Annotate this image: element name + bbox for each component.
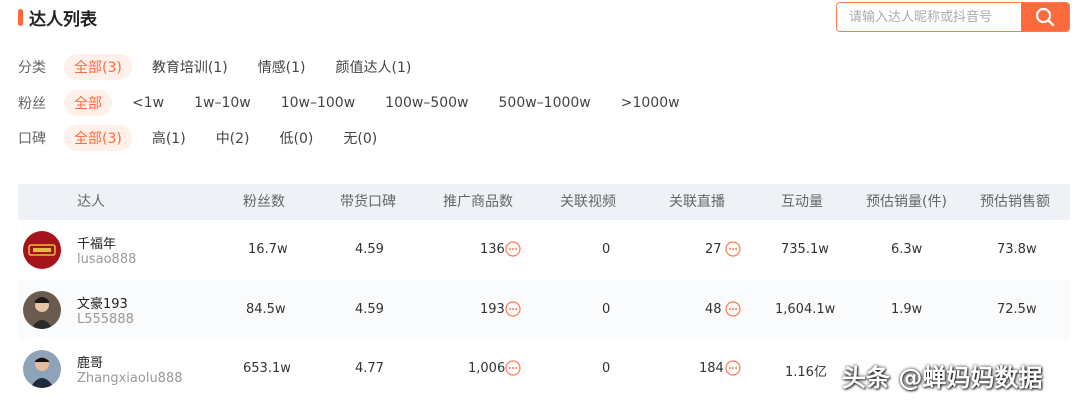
- influencer-name[interactable]: 千福年: [77, 233, 116, 252]
- fans-count: 84.5w: [246, 302, 286, 317]
- lives-count: 184: [699, 361, 724, 376]
- avatar[interactable]: [23, 231, 61, 269]
- sales-amount: 73.8w: [997, 242, 1037, 257]
- column-header-rating[interactable]: 带货口碑: [340, 184, 396, 220]
- column-header-interactions[interactable]: 互动量: [781, 184, 823, 220]
- search-button[interactable]: [1021, 3, 1069, 31]
- products-more-icon[interactable]: [505, 360, 521, 380]
- reputation-option-all[interactable]: 全部(3): [64, 125, 132, 151]
- rating-value: 4.59: [355, 302, 384, 317]
- column-header-videos[interactable]: 关联视频: [560, 184, 616, 220]
- category-option-looks[interactable]: 颜值达人(1): [326, 54, 422, 80]
- reputation-option-low[interactable]: 低(0): [270, 125, 324, 151]
- reputation-filter-label: 口碑: [18, 131, 46, 147]
- avatar[interactable]: [23, 291, 61, 329]
- fans-count: 653.1w: [243, 361, 291, 376]
- products-count: 136: [480, 242, 505, 257]
- column-header-lives[interactable]: 关联直播: [669, 184, 725, 220]
- reputation-option-medium[interactable]: 中(2): [206, 125, 260, 151]
- fans-count: 16.7w: [248, 242, 288, 257]
- category-option-education[interactable]: 教育培训(1): [142, 54, 238, 80]
- lives-count: 27: [705, 242, 722, 257]
- lives-more-icon[interactable]: [725, 360, 741, 380]
- page-header: 达人列表: [0, 0, 1080, 36]
- products-more-icon[interactable]: [505, 301, 521, 321]
- category-option-emotion[interactable]: 情感(1): [248, 54, 316, 80]
- category-option-all[interactable]: 全部(3): [64, 54, 132, 80]
- fans-option-all[interactable]: 全部: [64, 90, 112, 116]
- column-header-fans[interactable]: 粉丝数: [243, 184, 285, 220]
- watermark: 头条 @蝉妈妈数据: [842, 364, 1043, 392]
- fans-option-10w-100w[interactable]: 10w–100w: [271, 92, 365, 114]
- search-icon: [1035, 7, 1055, 27]
- influencer-handle: L555888: [77, 312, 134, 327]
- interactions-count: 735.1w: [781, 242, 829, 257]
- fans-option-100w-500w[interactable]: 100w–500w: [375, 92, 478, 114]
- videos-count: 0: [602, 242, 611, 257]
- table-row[interactable]: 千福年 lusao888 16.7w 4.59 136 0 27 735.1w …: [18, 220, 1070, 280]
- interactions-count: 1,604.1w: [775, 302, 836, 317]
- influencer-handle: Zhangxiaolu888: [77, 371, 183, 386]
- avatar[interactable]: [23, 350, 61, 388]
- table-header: 达人 粉丝数 带货口碑 推广商品数 关联视频 关联直播 互动量 预估销量(件) …: [18, 184, 1070, 220]
- reputation-option-high[interactable]: 高(1): [142, 125, 196, 151]
- search-box: [836, 2, 1070, 32]
- products-count: 193: [480, 302, 505, 317]
- sales-qty: 6.3w: [891, 242, 923, 257]
- influencer-name[interactable]: 文豪193: [77, 293, 128, 312]
- sales-qty: 1.9w: [891, 302, 923, 317]
- lives-more-icon[interactable]: [725, 301, 741, 321]
- lives-count: 48: [705, 302, 722, 317]
- reputation-option-none[interactable]: 无(0): [333, 125, 387, 151]
- videos-count: 0: [602, 361, 611, 376]
- column-header-influencer: 达人: [77, 194, 105, 210]
- rating-value: 4.77: [355, 361, 384, 376]
- search-input[interactable]: [837, 3, 1023, 31]
- column-header-sales-amount[interactable]: 预估销售额: [980, 184, 1050, 220]
- fans-option-over-1000w[interactable]: >1000w: [611, 92, 690, 114]
- products-count: 1,006: [468, 361, 506, 376]
- interactions-count: 1.16亿: [785, 365, 827, 380]
- fans-option-under-1w[interactable]: <1w: [122, 92, 174, 114]
- table-row[interactable]: 文豪193 L555888 84.5w 4.59 193 0 48 1,604.…: [18, 280, 1070, 340]
- fans-option-500w-1000w[interactable]: 500w–1000w: [489, 92, 601, 114]
- products-more-icon[interactable]: [505, 241, 521, 261]
- videos-count: 0: [602, 302, 611, 317]
- influencer-table: 达人 粉丝数 带货口碑 推广商品数 关联视频 关联直播 互动量 预估销量(件) …: [18, 184, 1070, 388]
- sales-amount: 72.5w: [997, 302, 1037, 317]
- influencer-handle: lusao888: [77, 252, 137, 267]
- title-accent-bar: [18, 9, 23, 26]
- fans-filter-row: 粉丝 全部 <1w 1w–10w 10w–100w 100w–500w 500w…: [18, 90, 700, 116]
- category-filter-row: 分类 全部(3) 教育培训(1) 情感(1) 颜值达人(1): [18, 54, 431, 80]
- category-filter-label: 分类: [18, 60, 46, 76]
- fans-filter-label: 粉丝: [18, 96, 46, 112]
- reputation-filter-row: 口碑 全部(3) 高(1) 中(2) 低(0) 无(0): [18, 125, 397, 151]
- fans-option-1w-10w[interactable]: 1w–10w: [184, 92, 261, 114]
- influencer-name[interactable]: 鹿哥: [77, 352, 103, 371]
- rating-value: 4.59: [355, 242, 384, 257]
- page-title: 达人列表: [29, 10, 97, 30]
- lives-more-icon[interactable]: [725, 241, 741, 261]
- column-header-products[interactable]: 推广商品数: [443, 184, 513, 220]
- column-header-sales-qty[interactable]: 预估销量(件): [866, 184, 947, 220]
